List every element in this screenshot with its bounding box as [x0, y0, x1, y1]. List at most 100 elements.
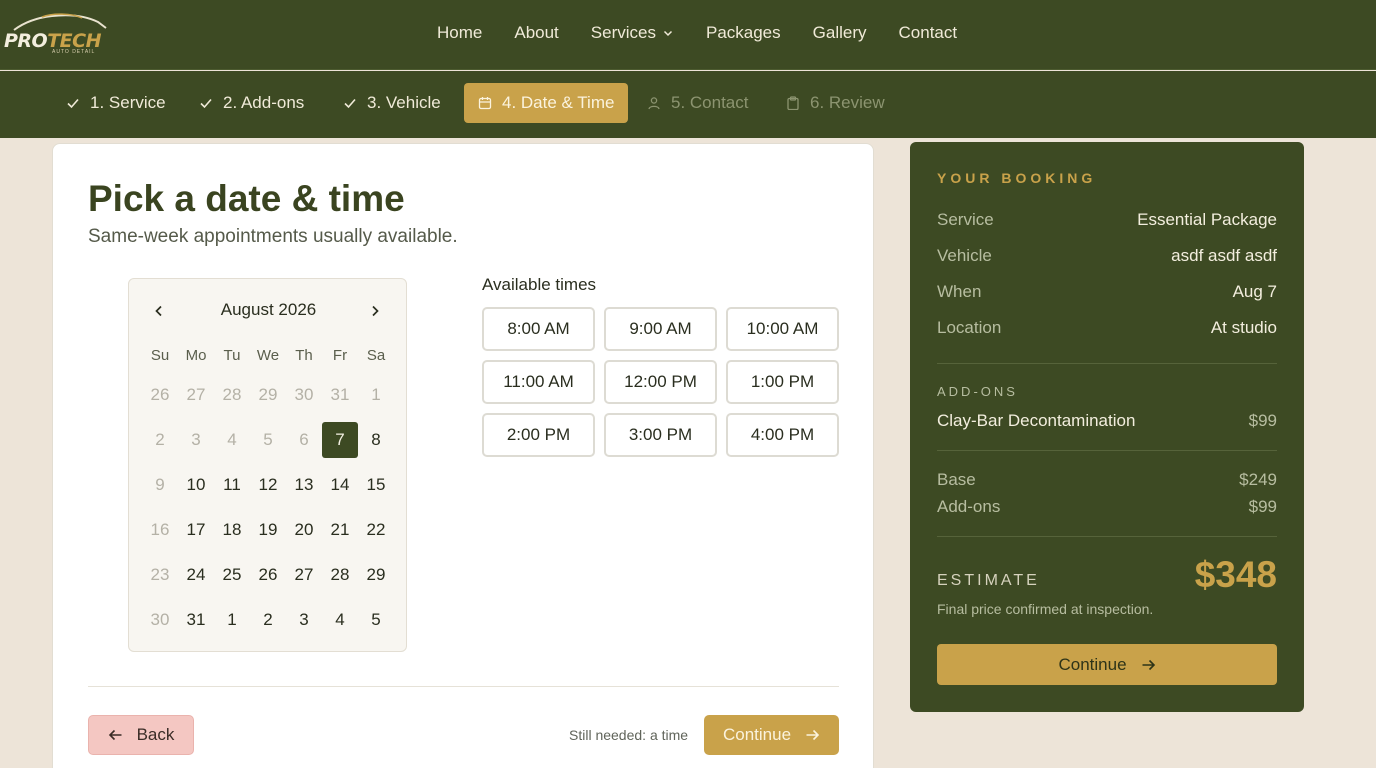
calendar-day[interactable]: 11	[214, 462, 250, 507]
date-picker-calendar: August 2026 Su Mo Tu We Th Fr Sa 26 27 28 29 30 31 1…	[128, 278, 407, 652]
time-slot-button[interactable]: 1:00 PM	[726, 360, 839, 404]
brand-logo[interactable]: PROTECH AUTO DETAIL	[4, 12, 114, 56]
next-month-button[interactable]	[365, 301, 385, 321]
calendar-day-number: 25	[222, 564, 242, 584]
step-add-ons[interactable]: 2. Add-ons	[199, 83, 304, 123]
time-slot-button[interactable]: 9:00 AM	[604, 307, 717, 351]
calendar-day[interactable]: 24	[178, 552, 214, 597]
calendar-day[interactable]: 1	[214, 597, 250, 642]
nav-about[interactable]: About	[514, 23, 558, 43]
weekday-label: Sa	[366, 347, 386, 364]
calendar-day-number: 3	[191, 429, 201, 449]
calendar-day-number: 24	[186, 564, 206, 584]
nav-contact[interactable]: Contact	[899, 23, 958, 43]
calendar-day[interactable]: 25	[214, 552, 250, 597]
addons-heading: ADD-ONS	[937, 384, 1018, 399]
calendar-day[interactable]: 8	[358, 417, 394, 462]
calendar-day-number: 3	[299, 609, 309, 629]
weekday-label: Mo	[185, 347, 207, 364]
step-date-time[interactable]: 4. Date & Time	[464, 83, 629, 123]
calendar-day-number: 19	[258, 519, 278, 539]
calendar-day-number: 28	[222, 384, 242, 404]
step-vehicle[interactable]: 3. Vehicle	[343, 83, 441, 123]
calendar-day: 2	[142, 417, 178, 462]
calendar-day: 31	[322, 372, 358, 417]
calendar-day-number: 4	[227, 429, 237, 449]
calendar-day[interactable]: 29	[358, 552, 394, 597]
nav-services[interactable]: Services	[591, 23, 674, 43]
still-needed-note: Still needed: a time	[569, 727, 689, 743]
summary-divider	[937, 450, 1277, 451]
calendar-day-number: 5	[263, 429, 273, 449]
time-slot-button[interactable]: 12:00 PM	[604, 360, 717, 404]
time-slot-button[interactable]: 2:00 PM	[482, 413, 595, 457]
main-nav: Home About Services Packages Gallery Con…	[437, 23, 989, 43]
calendar-day-grid: 26 27 28 29 30 31 1 2 3 4 5 6 7 8 9 10 11 12 13 14 15 16 17 18 1…	[142, 372, 394, 642]
calendar-day[interactable]: 10	[178, 462, 214, 507]
back-button[interactable]: Back	[88, 715, 194, 755]
calendar-day-number: 4	[335, 609, 345, 629]
calendar-day: 23	[142, 552, 178, 597]
calendar-day-number: 16	[150, 519, 170, 539]
continue-button[interactable]: Continue	[704, 715, 839, 755]
calendar-day-number: 18	[222, 519, 242, 539]
addon-item: Clay-Bar Decontamination $99	[937, 411, 1277, 430]
calendar-day-number: 20	[294, 519, 314, 539]
calendar-day[interactable]: 5	[358, 597, 394, 642]
summary-row-base: Base $249	[937, 470, 1277, 489]
calendar-day[interactable]: 31	[178, 597, 214, 642]
calendar-day[interactable]: 20	[286, 507, 322, 552]
calendar-day-selected[interactable]: 7	[322, 417, 358, 462]
chevron-down-icon	[663, 30, 673, 37]
calendar-day[interactable]: 22	[358, 507, 394, 552]
weekday-header: Su Mo Tu We Th Fr Sa	[142, 347, 394, 364]
calendar-day-number: 31	[186, 609, 206, 629]
calendar-day[interactable]: 28	[322, 552, 358, 597]
step-service[interactable]: 1. Service	[66, 83, 166, 123]
calendar-day[interactable]: 2	[250, 597, 286, 642]
calendar-day[interactable]: 26	[250, 552, 286, 597]
calendar-day-number: 6	[299, 429, 309, 449]
calendar-day: 1	[358, 372, 394, 417]
time-slot-button[interactable]: 10:00 AM	[726, 307, 839, 351]
calendar-day-number: 29	[258, 384, 278, 404]
car-silhouette-icon	[13, 13, 107, 31]
calendar-day: 4	[214, 417, 250, 462]
calendar-day[interactable]: 19	[250, 507, 286, 552]
nav-home[interactable]: Home	[437, 23, 482, 43]
user-icon	[648, 97, 660, 110]
calendar-day-number: 22	[366, 519, 386, 539]
booking-heading: YOUR BOOKING	[937, 170, 1097, 186]
calendar-day-number: 27	[186, 384, 206, 404]
calendar-day-number: 15	[366, 474, 386, 494]
calendar-day-number: 30	[294, 384, 314, 404]
calendar-day[interactable]: 14	[322, 462, 358, 507]
calendar-day[interactable]: 13	[286, 462, 322, 507]
calendar-day[interactable]: 27	[286, 552, 322, 597]
arrow-right-icon	[1142, 659, 1155, 670]
divider	[88, 686, 839, 687]
calendar-day: 26	[142, 372, 178, 417]
calendar-day[interactable]: 12	[250, 462, 286, 507]
time-slot-button[interactable]: 4:00 PM	[726, 413, 839, 457]
time-slot-button[interactable]: 11:00 AM	[482, 360, 595, 404]
calendar-day: 29	[250, 372, 286, 417]
step-contact[interactable]: 5. Contact	[647, 83, 749, 123]
time-slot-button[interactable]: 3:00 PM	[604, 413, 717, 457]
nav-packages[interactable]: Packages	[706, 23, 781, 43]
calendar-day[interactable]: 18	[214, 507, 250, 552]
calendar-day[interactable]: 15	[358, 462, 394, 507]
calendar-day[interactable]: 4	[322, 597, 358, 642]
calendar-day[interactable]: 21	[322, 507, 358, 552]
calendar-day-number: 29	[366, 564, 386, 584]
calendar-day[interactable]: 17	[178, 507, 214, 552]
calendar-day-number: 26	[258, 564, 278, 584]
nav-gallery[interactable]: Gallery	[813, 23, 867, 43]
clipboard-icon	[787, 96, 799, 110]
calendar-day[interactable]: 3	[286, 597, 322, 642]
summary-continue-button[interactable]: Continue	[937, 644, 1277, 685]
check-icon	[344, 98, 356, 109]
step-review[interactable]: 6. Review	[786, 83, 885, 123]
summary-row-vehicle: Vehicle asdf asdf asdf	[937, 246, 1277, 265]
time-slot-button[interactable]: 8:00 AM	[482, 307, 595, 351]
